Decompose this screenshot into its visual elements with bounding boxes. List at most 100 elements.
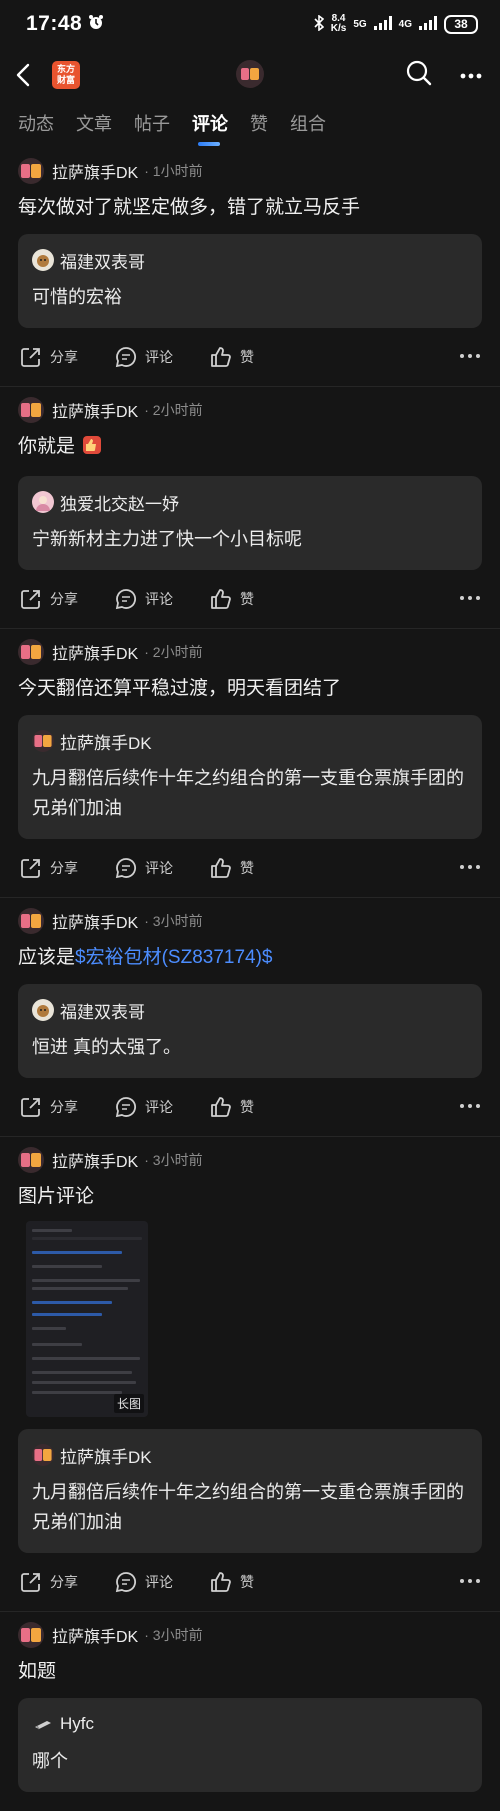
quote-author-avatar xyxy=(32,249,54,271)
back-icon[interactable] xyxy=(16,60,38,90)
more-options-icon[interactable] xyxy=(460,66,482,84)
tab-likes[interactable]: 赞 xyxy=(250,110,268,140)
like-button[interactable]: 赞 xyxy=(210,588,305,610)
comment-button[interactable]: 评论 xyxy=(115,346,210,368)
bluetooth-icon xyxy=(314,13,324,34)
status-bar: 17:48 8.4 K/s 5G 4G 38 xyxy=(0,0,500,48)
author-avatar[interactable] xyxy=(18,397,44,423)
search-icon[interactable] xyxy=(406,60,432,91)
comment-item[interactable]: 拉萨旗手DK · 3小时前 应该是$宏裕包材(SZ837174)$ 福建双表哥 … xyxy=(0,898,500,1137)
share-button[interactable]: 分享 xyxy=(20,588,115,610)
comment-icon xyxy=(115,858,137,879)
action-bar: 分享 评论 赞 xyxy=(0,839,500,897)
comment-text: 如题 xyxy=(18,1661,57,1682)
comment-item[interactable]: 拉萨旗手DK · 3小时前 如题 Hyfc 哪个 xyxy=(0,1612,500,1792)
tab-articles[interactable]: 文章 xyxy=(76,110,112,140)
more-icon[interactable] xyxy=(460,859,480,875)
comment-item[interactable]: 拉萨旗手DK · 2小时前 你就是 独爱北交赵一妤 宁新新材主力进了快一个小目标… xyxy=(0,387,500,629)
network-speed: 8.4 K/s xyxy=(330,13,347,34)
author-name[interactable]: 拉萨旗手DK xyxy=(52,909,138,933)
comment-image[interactable]: 长图 xyxy=(26,1221,148,1417)
like-button[interactable]: 赞 xyxy=(210,1096,305,1118)
author-avatar[interactable] xyxy=(18,639,44,665)
like-button[interactable]: 赞 xyxy=(210,1571,305,1593)
author-avatar[interactable] xyxy=(18,1147,44,1173)
comment-text: 每次做对了就坚定做多，错了就立马反手 xyxy=(18,197,361,218)
tab-bar: 动态 文章 帖子 评论 赞 组合 xyxy=(0,102,500,148)
comment-button[interactable]: 评论 xyxy=(115,1571,210,1593)
post-time: · 1小时前 xyxy=(144,163,203,179)
quoted-post[interactable]: 拉萨旗手DK 九月翻倍后续作十年之约组合的第一支重仓票旗手团的兄弟们加油 xyxy=(18,1429,482,1553)
quoted-post[interactable]: 福建双表哥 可惜的宏裕 xyxy=(18,234,482,328)
thumbs-up-icon xyxy=(211,1097,231,1117)
author-name[interactable]: 拉萨旗手DK xyxy=(52,640,138,664)
share-button[interactable]: 分享 xyxy=(20,1571,115,1593)
signal-icon xyxy=(373,15,392,33)
quote-author-avatar xyxy=(32,730,54,752)
thumbs-up-icon xyxy=(211,858,231,878)
action-bar: 分享 评论 赞 xyxy=(0,1078,500,1136)
author-name[interactable]: 拉萨旗手DK xyxy=(52,398,138,422)
like-button[interactable]: 赞 xyxy=(210,346,305,368)
tab-comments[interactable]: 评论 xyxy=(192,110,228,146)
post-time: · 3小时前 xyxy=(144,1152,203,1168)
comment-item[interactable]: 拉萨旗手DK · 3小时前 图片评论 长图 拉萨旗手DK 九月翻倍后续作十年之约… xyxy=(0,1137,500,1612)
more-icon[interactable] xyxy=(460,1098,480,1114)
quoted-post[interactable]: 拉萨旗手DK 九月翻倍后续作十年之约组合的第一支重仓票旗手团的兄弟们加油 xyxy=(18,715,482,839)
quoted-post[interactable]: Hyfc 哪个 xyxy=(18,1698,482,1792)
signal-icon-2 xyxy=(419,15,437,33)
comment-button[interactable]: 评论 xyxy=(115,1096,210,1118)
post-time: · 3小时前 xyxy=(144,1627,203,1643)
more-icon[interactable] xyxy=(460,1573,480,1589)
quote-text: 九月翻倍后续作十年之约组合的第一支重仓票旗手团的兄弟们加油 xyxy=(32,1482,464,1532)
share-icon xyxy=(21,590,40,609)
emoji-thumbs-up-icon xyxy=(82,435,102,464)
quote-author-avatar xyxy=(32,1713,54,1735)
quoted-post[interactable]: 独爱北交赵一妤 宁新新材主力进了快一个小目标呢 xyxy=(18,476,482,570)
network-type-5g: 5G xyxy=(353,18,367,30)
author-avatar[interactable] xyxy=(18,158,44,184)
like-button[interactable]: 赞 xyxy=(210,857,305,879)
comment-icon xyxy=(115,1097,137,1118)
post-time: · 2小时前 xyxy=(144,644,203,660)
tab-posts[interactable]: 帖子 xyxy=(134,110,170,140)
nav-bar: 东方 财富 xyxy=(0,48,500,102)
quote-text: 可惜的宏裕 xyxy=(32,287,122,307)
author-avatar[interactable] xyxy=(18,908,44,934)
comment-item[interactable]: 拉萨旗手DK · 1小时前 每次做对了就坚定做多，错了就立马反手 福建双表哥 可… xyxy=(0,148,500,387)
comment-text: 图片评论 xyxy=(18,1186,95,1207)
share-button[interactable]: 分享 xyxy=(20,857,115,879)
comment-text: 应该是$宏裕包材(SZ837174)$ xyxy=(18,947,273,968)
quoted-post[interactable]: 福建双表哥 恒进 真的太强了。 xyxy=(18,984,482,1078)
comment-icon xyxy=(115,1572,137,1593)
tab-dynamics[interactable]: 动态 xyxy=(18,110,54,140)
post-time: · 3小时前 xyxy=(144,913,203,929)
thumbs-up-icon xyxy=(211,589,231,609)
share-button[interactable]: 分享 xyxy=(20,346,115,368)
quote-author-name: 拉萨旗手DK xyxy=(60,1447,152,1467)
comment-item[interactable]: 拉萨旗手DK · 2小时前 今天翻倍还算平稳过渡，明天看团结了 拉萨旗手DK 九… xyxy=(0,629,500,898)
network-type-4g: 4G xyxy=(398,18,412,30)
stock-link[interactable]: $宏裕包材(SZ837174)$ xyxy=(75,947,272,968)
share-button[interactable]: 分享 xyxy=(20,1096,115,1118)
comment-text: 你就是 xyxy=(0,425,500,464)
author-name[interactable]: 拉萨旗手DK xyxy=(52,159,138,183)
more-icon[interactable] xyxy=(460,590,480,606)
author-name[interactable]: 拉萨旗手DK xyxy=(52,1148,138,1172)
quote-text: 哪个 xyxy=(32,1751,68,1771)
battery-indicator: 38 xyxy=(444,14,478,34)
more-icon[interactable] xyxy=(460,348,480,364)
profile-avatar[interactable] xyxy=(236,60,264,93)
author-avatar[interactable] xyxy=(18,1622,44,1648)
share-icon xyxy=(21,1098,40,1117)
comment-button[interactable]: 评论 xyxy=(115,588,210,610)
quote-author-name: Hyfc xyxy=(60,1714,94,1733)
comment-button[interactable]: 评论 xyxy=(115,857,210,879)
alarm-icon xyxy=(88,14,104,35)
comment-icon xyxy=(115,589,137,610)
tab-portfolios[interactable]: 组合 xyxy=(290,110,326,140)
thumbs-up-icon xyxy=(211,347,231,367)
quote-author-avatar xyxy=(32,1444,54,1466)
author-name[interactable]: 拉萨旗手DK xyxy=(52,1623,138,1647)
comment-feed: 拉萨旗手DK · 1小时前 每次做对了就坚定做多，错了就立马反手 福建双表哥 可… xyxy=(0,148,500,1792)
